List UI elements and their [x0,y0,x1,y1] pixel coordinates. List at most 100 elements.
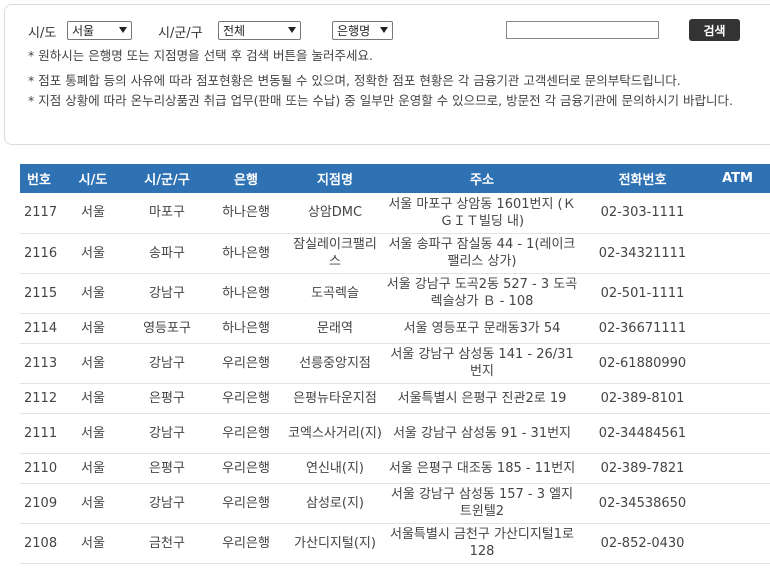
header-address: 주소 [384,164,580,193]
cell-sigungu: 마포구 [128,193,206,234]
search-type-value: 은행명 [337,24,371,38]
table-row: 2113 서울 강남구 우리은행 선릉중앙지점 서울 강남구 삼성동 141 - 26/3… [20,343,770,384]
cell-atm [705,273,770,314]
cell-address: 서울 은평구 대조동 185 - 11번지 [384,453,580,484]
table-row: 2115 서울 강남구 하나은행 도곡렉슬 서울 강남구 도곡2동 527 - 3 도곡렉… [20,273,770,314]
sido-select-value: 서울 [72,24,95,38]
cell-bank: 우리은행 [206,523,286,564]
cell-phone: 02-389-7821 [580,453,705,484]
cell-bank: 우리은행 [206,383,286,414]
cell-address: 서울 영등포구 문래동3가 54 [384,313,580,344]
cell-atm [705,523,770,564]
table-row: 2110 서울 은평구 우리은행 연신내(지) 서울 은평구 대조동 185 - 11번지… [20,453,770,484]
cell-sido: 서울 [58,453,128,484]
table-row: 2117 서울 마포구 하나은행 상암DMC 서울 마포구 상암동 1601번지 (ＫＧＩ… [20,193,770,234]
cell-phone: 02-61880990 [580,343,705,384]
cell-sido: 서울 [58,483,128,524]
cell-phone: 02-501-1111 [580,273,705,314]
cell-number: 2117 [20,193,58,234]
sigungu-select-value: 전체 [223,24,246,38]
cell-number: 2110 [20,453,58,484]
cell-sido: 서울 [58,313,128,344]
chevron-down-icon [380,27,388,33]
cell-atm [705,343,770,384]
table-row: 2112 서울 은평구 우리은행 은평뉴타운지점 서울특별시 은평구 진관2로 19 02-… [20,383,770,414]
sigungu-label: 시/군/구 [158,26,203,41]
cell-sigungu: 강남구 [128,483,206,524]
cell-branch: 문래역 [286,313,384,344]
cell-address: 서울 강남구 도곡2동 527 - 3 도곡렉슬상가 Ｂ - 108 [384,273,580,314]
search-input[interactable] [506,21,659,39]
cell-sido: 서울 [58,193,128,234]
notice-text: * 원하시는 은행명 또는 지점명을 선택 후 검색 버튼을 눌러주세요. [28,48,373,63]
cell-sigungu: 영등포구 [128,313,206,344]
cell-branch: 은평뉴타운지점 [286,383,384,414]
header-branch: 지점명 [286,164,384,193]
cell-number: 2112 [20,383,58,414]
header-bank: 은행 [206,164,286,193]
cell-branch: 삼성로(지) [286,483,384,524]
sigungu-select[interactable]: 전체 [218,21,301,40]
cell-address: 서울특별시 은평구 진관2로 19 [384,383,580,414]
cell-bank: 하나은행 [206,233,286,274]
cell-branch: 연신내(지) [286,453,384,484]
cell-branch: 가산디지털(지) [286,523,384,564]
cell-branch: 코엑스사거리(지) [286,413,384,454]
table-row: 2116 서울 송파구 하나은행 잠실레이크팰리스 서울 송파구 잠실동 44 - 1(레… [20,233,770,274]
cell-phone: 02-36671111 [580,313,705,344]
cell-sigungu: 은평구 [128,453,206,484]
cell-address: 서울 강남구 삼성동 157 - 3 엘지트윈텔2 [384,483,580,524]
cell-atm [705,483,770,524]
cell-atm [705,383,770,414]
table-row: 2109 서울 강남구 우리은행 삼성로(지) 서울 강남구 삼성동 157 - 3 엘지… [20,483,770,524]
cell-sigungu: 송파구 [128,233,206,274]
cell-phone: 02-303-1111 [580,193,705,234]
header-phone: 전화번호 [580,164,705,193]
cell-sido: 서울 [58,343,128,384]
cell-branch: 상암DMC [286,193,384,234]
cell-atm [705,233,770,274]
cell-phone: 02-389-8101 [580,383,705,414]
cell-sigungu: 강남구 [128,413,206,454]
sido-select[interactable]: 서울 [67,21,132,40]
table-row: 2111 서울 강남구 우리은행 코엑스사거리(지) 서울 강남구 삼성동 91 - 31… [20,413,770,454]
chevron-down-icon [288,27,296,33]
header-sigungu: 시/군/구 [128,164,206,193]
cell-branch: 잠실레이크팰리스 [286,233,384,274]
cell-phone: 02-34538650 [580,483,705,524]
cell-branch: 도곡렉슬 [286,273,384,314]
table-row: 2114 서울 영등포구 하나은행 문래역 서울 영등포구 문래동3가 54 02-3667… [20,313,770,344]
cell-number: 2109 [20,483,58,524]
cell-atm [705,193,770,234]
cell-number: 2111 [20,413,58,454]
notice-text: * 지점 상황에 따라 온누리상품권 취급 업무(판매 또는 수납) 중 일부만… [28,93,733,108]
search-button[interactable]: 검색 [689,19,740,41]
cell-bank: 하나은행 [206,193,286,234]
cell-address: 서울 마포구 상암동 1601번지 (ＫＧＩＴ빌딩 내) [384,193,580,234]
table-header-row: 번호 시/도 시/군/구 은행 지점명 주소 전화번호 ATM [20,164,770,193]
cell-atm [705,413,770,454]
cell-bank: 하나은행 [206,273,286,314]
cell-branch: 선릉중앙지점 [286,343,384,384]
cell-bank: 우리은행 [206,483,286,524]
cell-bank: 우리은행 [206,413,286,454]
cell-atm [705,313,770,344]
cell-number: 2114 [20,313,58,344]
cell-phone: 02-34484561 [580,413,705,454]
cell-address: 서울 강남구 삼성동 91 - 31번지 [384,413,580,454]
search-type-select[interactable]: 은행명 [332,21,393,40]
cell-bank: 우리은행 [206,343,286,384]
cell-address: 서울특별시 금천구 가산디지털1로 128 [384,523,580,564]
cell-number: 2113 [20,343,58,384]
cell-sido: 서울 [58,413,128,454]
cell-bank: 하나은행 [206,313,286,344]
cell-sido: 서울 [58,273,128,314]
cell-sigungu: 강남구 [128,343,206,384]
cell-sigungu: 금천구 [128,523,206,564]
cell-number: 2108 [20,523,58,564]
cell-sido: 서울 [58,383,128,414]
header-atm: ATM [705,164,770,193]
cell-address: 서울 송파구 잠실동 44 - 1(레이크팰리스 상가) [384,233,580,274]
cell-address: 서울 강남구 삼성동 141 - 26/31번지 [384,343,580,384]
table-row: 2108 서울 금천구 우리은행 가산디지털(지) 서울특별시 금천구 가산디지털1로 1… [20,523,770,564]
